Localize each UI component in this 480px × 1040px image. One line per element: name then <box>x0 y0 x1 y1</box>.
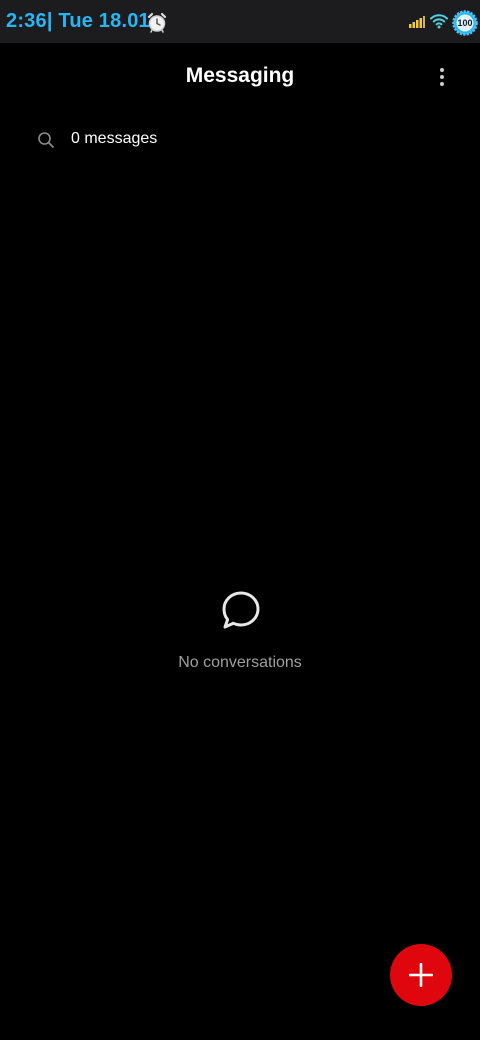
wifi-icon <box>430 14 448 29</box>
messaging-screen: 2:36| Tue 18.01 100 Messaging 0 messages… <box>0 0 480 1040</box>
empty-state-text: No conversations <box>178 654 302 671</box>
search-icon <box>38 132 54 148</box>
new-conversation-button[interactable] <box>390 944 452 1006</box>
signal-icon <box>409 16 425 28</box>
battery-level: 100 <box>457 18 473 28</box>
chat-bubble-icon <box>222 591 260 629</box>
status-time: 2:36| Tue 18.01 <box>6 10 150 32</box>
search-bar[interactable]: 0 messages <box>24 122 456 158</box>
page-title: Messaging <box>185 64 295 87</box>
more-vertical-icon <box>440 68 444 86</box>
plus-icon <box>409 963 433 987</box>
search-label: 0 messages <box>71 130 158 147</box>
status-bar: 2:36| Tue 18.01 100 <box>0 0 480 43</box>
more-options-button[interactable] <box>428 62 456 92</box>
alarm-clock-icon <box>147 12 167 33</box>
